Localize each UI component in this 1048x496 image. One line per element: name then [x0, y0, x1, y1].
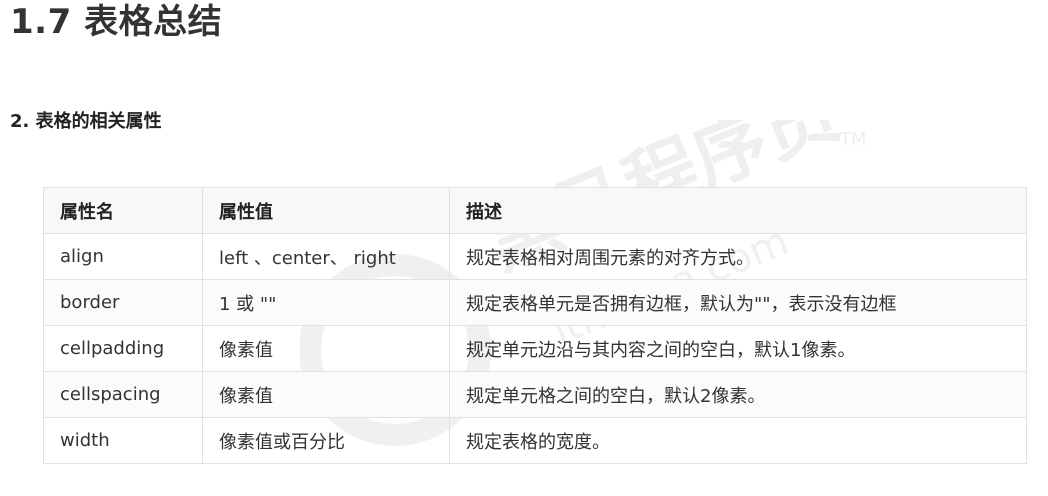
page-title: 1.7 表格总结	[10, 2, 223, 42]
section-heading: 2. 表格的相关属性	[10, 111, 162, 132]
cell-description: 规定单元格之间的空白，默认2像素。	[449, 371, 1027, 418]
table-row: align left 、center、 right 规定表格相对周围元素的对齐方…	[43, 233, 1027, 280]
cell-attribute-value: 像素值	[202, 325, 450, 372]
cell-attribute-name: align	[43, 233, 203, 280]
cell-attribute-name: cellspacing	[43, 371, 203, 418]
watermark-trademark: TM	[839, 129, 867, 150]
cell-attribute-value: left 、center、 right	[202, 233, 450, 280]
header-attribute-name: 属性名	[43, 187, 203, 234]
table-row: border 1 或 "" 规定表格单元是否拥有边框，默认为""，表示没有边框	[43, 279, 1027, 326]
cell-description: 规定单元边沿与其内容之间的空白，默认1像素。	[449, 325, 1027, 372]
attributes-table: 属性名 属性值 描述 align left 、center、 right 规定表…	[43, 187, 1027, 464]
cell-attribute-name: cellpadding	[43, 325, 203, 372]
cell-attribute-value: 像素值	[202, 371, 450, 418]
header-description: 描述	[449, 187, 1027, 234]
cell-attribute-name: border	[43, 279, 203, 326]
cell-description: 规定表格的宽度。	[449, 417, 1027, 464]
cell-attribute-value: 像素值或百分比	[202, 417, 450, 464]
table-row: cellspacing 像素值 规定单元格之间的空白，默认2像素。	[43, 371, 1027, 418]
cell-description: 规定表格单元是否拥有边框，默认为""，表示没有边框	[449, 279, 1027, 326]
table-header-row: 属性名 属性值 描述	[43, 187, 1027, 234]
cell-attribute-name: width	[43, 417, 203, 464]
table-row: cellpadding 像素值 规定单元边沿与其内容之间的空白，默认1像素。	[43, 325, 1027, 372]
cell-description: 规定表格相对周围元素的对齐方式。	[449, 233, 1027, 280]
table-row: width 像素值或百分比 规定表格的宽度。	[43, 417, 1027, 464]
cell-attribute-value: 1 或 ""	[202, 279, 450, 326]
header-attribute-value: 属性值	[202, 187, 450, 234]
